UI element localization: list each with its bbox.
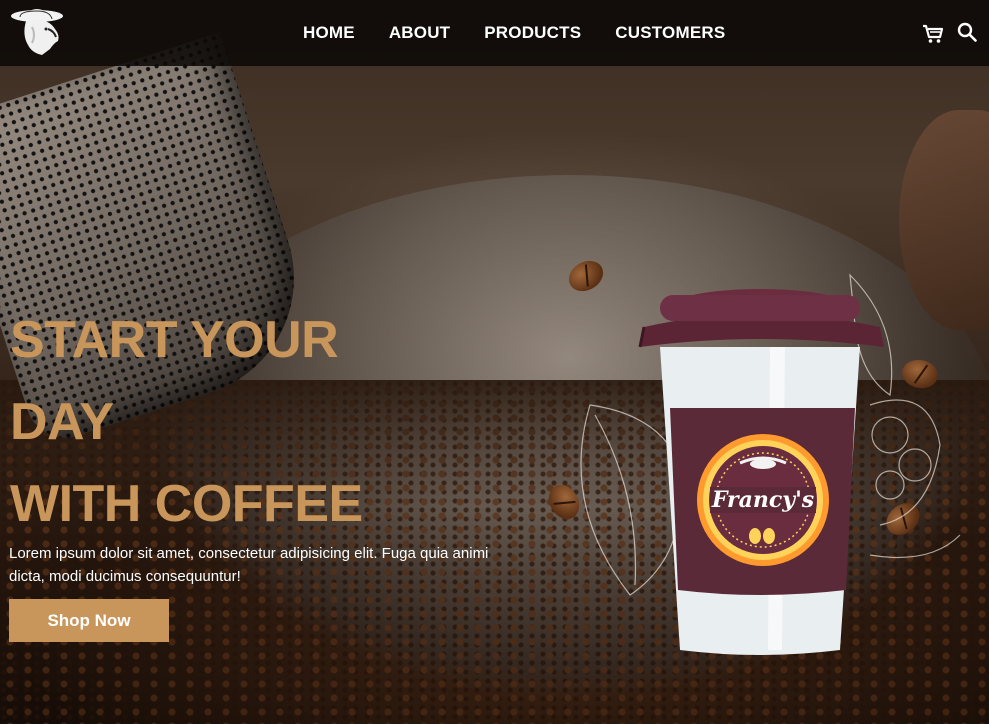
headline-line: DAY	[10, 393, 114, 451]
nav-customers[interactable]: CUSTOMERS	[615, 23, 725, 43]
cart-icon[interactable]	[922, 22, 944, 44]
hero-headline: START YOUR DAY WITH COFFEE	[10, 299, 363, 545]
cup-brand-text: Francy's	[711, 487, 814, 513]
headline-line: WITH COFFEE	[10, 475, 363, 533]
sombrero-head-logo-icon[interactable]	[10, 5, 68, 57]
coffee-cup-image: Francy's	[570, 265, 970, 665]
hero-description: Lorem ipsum dolor sit amet, consectetur …	[9, 545, 489, 585]
headline-line: START YOUR	[10, 311, 339, 369]
shop-now-button[interactable]: Shop Now	[9, 599, 169, 642]
navbar: HOME ABOUT PRODUCTS CUSTOMERS	[0, 0, 989, 66]
main-nav: HOME ABOUT PRODUCTS CUSTOMERS	[303, 23, 725, 43]
search-icon[interactable]	[957, 22, 977, 42]
nav-products[interactable]: PRODUCTS	[484, 23, 581, 43]
nav-about[interactable]: ABOUT	[389, 23, 450, 43]
nav-home[interactable]: HOME	[303, 23, 355, 43]
